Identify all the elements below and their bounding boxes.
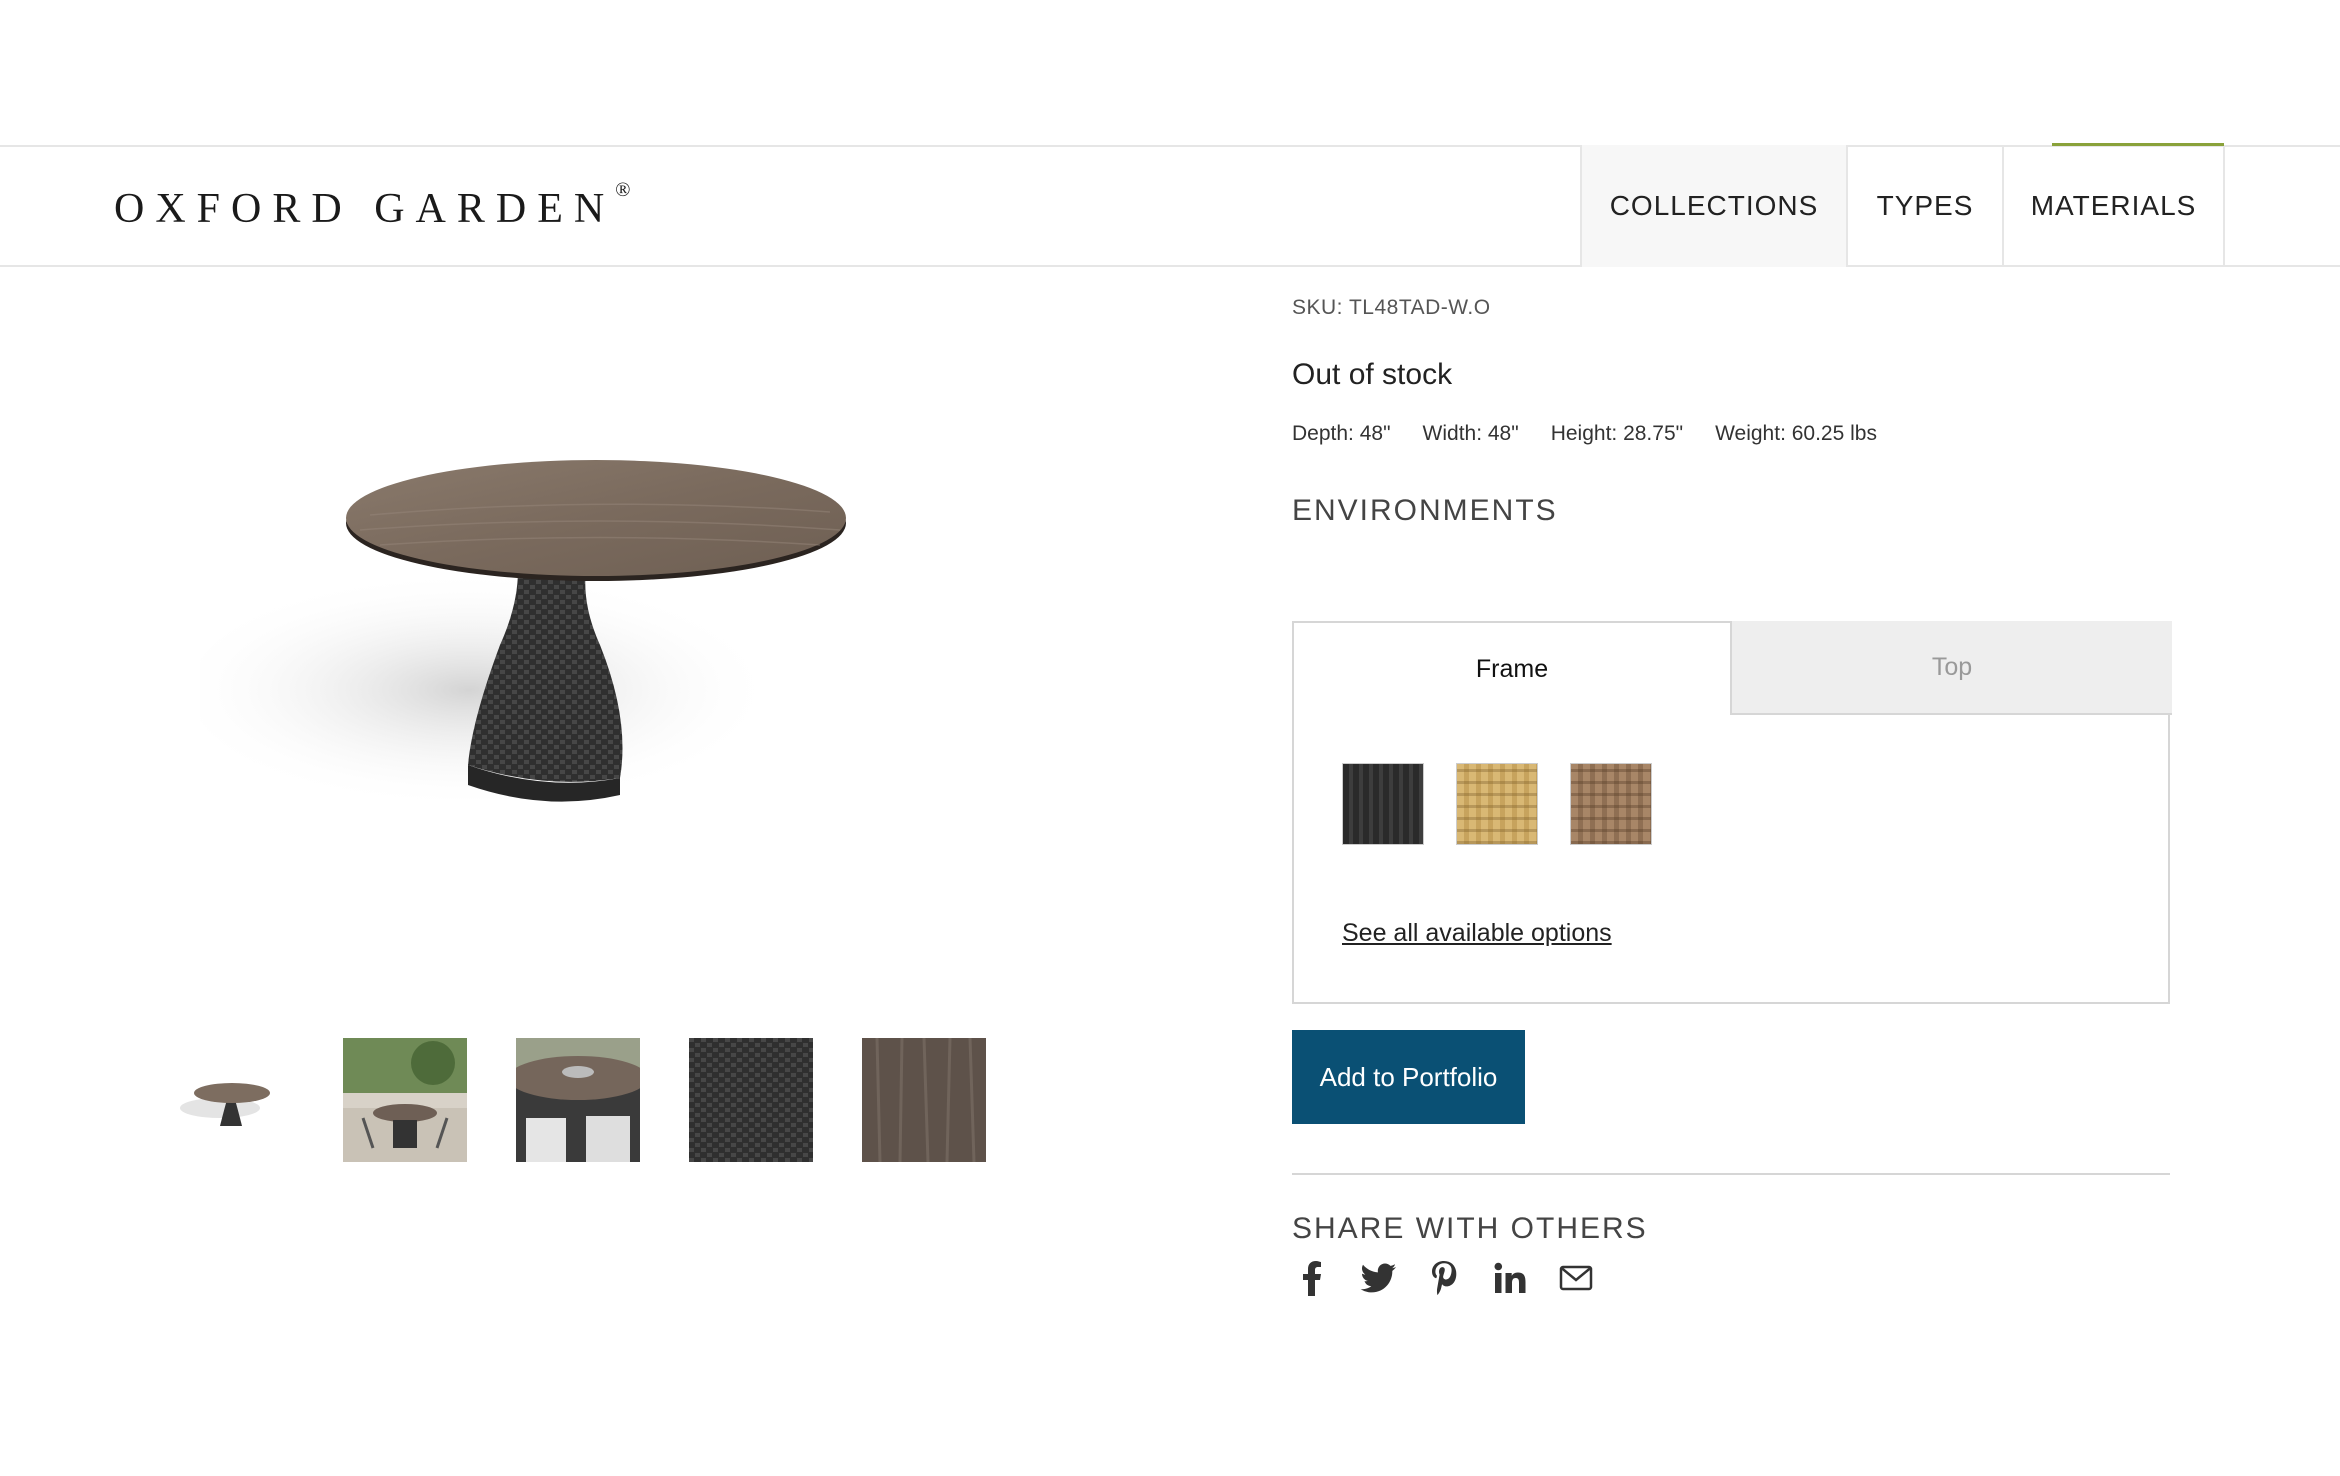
add-to-portfolio-button[interactable]: Add to Portfolio [1292,1030,1525,1124]
natural-wicker-swatch[interactable] [1456,763,1538,845]
tab-frame[interactable]: Frame [1292,621,1732,715]
nav-materials[interactable]: MATERIALS [2002,145,2225,267]
weight-value: Weight: 60.25 lbs [1715,422,1877,445]
logo-text: OXFORD GARDEN [114,186,616,232]
email-icon[interactable] [1556,1258,1596,1298]
depth-value: Depth: 48" [1292,422,1391,445]
main-product-image[interactable] [200,420,1020,980]
logo[interactable]: OXFORD GARDEN® [114,179,630,233]
share-heading: SHARE WITH OTHERS [1292,1212,1648,1245]
stock-status: Out of stock [1292,358,1453,391]
linkedin-icon[interactable] [1490,1258,1530,1298]
options-panel: Frame Top See all available options [1292,621,2172,1004]
divider [1292,1173,2170,1175]
width-value: Width: 48" [1422,422,1519,445]
site-header: OXFORD GARDEN® COLLECTIONS TYPES MATERIA… [0,143,2340,267]
brown-wicker-swatch[interactable] [1570,763,1652,845]
registered-mark: ® [615,179,631,201]
tab-top[interactable]: Top [1732,621,2172,715]
nav-active-indicator [2052,143,2224,146]
table-closeup-thumb[interactable] [516,1038,640,1162]
twitter-icon[interactable] [1358,1258,1398,1298]
dimensions: Depth: 48" Width: 48" Height: 28.75" Wei… [1292,422,1877,446]
pinterest-icon[interactable] [1424,1258,1464,1298]
table-studio-thumb[interactable] [170,1038,294,1162]
see-all-options-link[interactable]: See all available options [1342,919,1612,948]
black-wicker-swatch[interactable] [1342,763,1424,845]
facebook-icon[interactable] [1292,1258,1332,1298]
share-icons [1292,1258,1596,1298]
sku-label: SKU: TL48TAD-W.O [1292,296,1491,319]
height-value: Height: 28.75" [1550,422,1684,445]
environments-heading: ENVIRONMENTS [1292,494,1558,527]
patio-scene-thumb[interactable] [343,1038,467,1162]
wood-top-texture-thumb[interactable] [862,1038,986,1162]
wicker-texture-thumb[interactable] [689,1038,813,1162]
nav-collections[interactable]: COLLECTIONS [1580,145,1846,267]
nav-types[interactable]: TYPES [1846,145,2002,267]
